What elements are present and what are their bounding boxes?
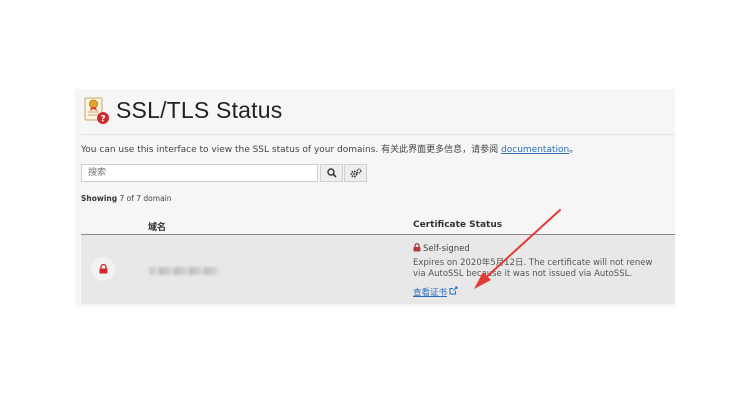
page-title: SSL/TLS Status (116, 97, 283, 123)
lock-icon (91, 257, 115, 281)
domain-name-redacted (149, 267, 219, 275)
external-link-icon (449, 286, 458, 298)
certificate-warning-icon: ? (84, 97, 110, 125)
search-button[interactable] (320, 164, 343, 182)
title-divider (81, 134, 675, 135)
settings-button[interactable] (344, 164, 367, 182)
documentation-link[interactable]: documentation (501, 145, 569, 155)
view-certificate-label[interactable]: 查看证书 (413, 286, 447, 298)
ssl-status-panel: ? SSL/TLS Status You can use this interf… (75, 89, 675, 307)
intro-text: You can use this interface to view the S… (81, 142, 578, 155)
result-count-text: 7 of 7 domain (117, 194, 172, 203)
certificate-status: Self-signed (413, 243, 470, 255)
column-header-domain[interactable]: 域名 (148, 220, 166, 233)
search-input[interactable] (81, 164, 318, 182)
gears-icon (350, 166, 362, 181)
view-certificate-link[interactable]: 查看证书 (413, 286, 458, 298)
result-count-label: Showing (81, 194, 118, 203)
svg-text:?: ? (100, 115, 105, 125)
result-count: Showing 7 of 7 domain (81, 194, 172, 203)
search-icon (326, 166, 337, 181)
certificate-expiry-text: Expires on 2020年5月12日. The certificate w… (413, 258, 653, 279)
intro-description: You can use this interface to view the S… (81, 145, 502, 155)
lock-icon (413, 243, 421, 255)
intro-end: 。 (569, 145, 579, 155)
column-header-certificate-status[interactable]: Certificate Status (413, 220, 502, 230)
certificate-status-label: Self-signed (423, 244, 470, 254)
